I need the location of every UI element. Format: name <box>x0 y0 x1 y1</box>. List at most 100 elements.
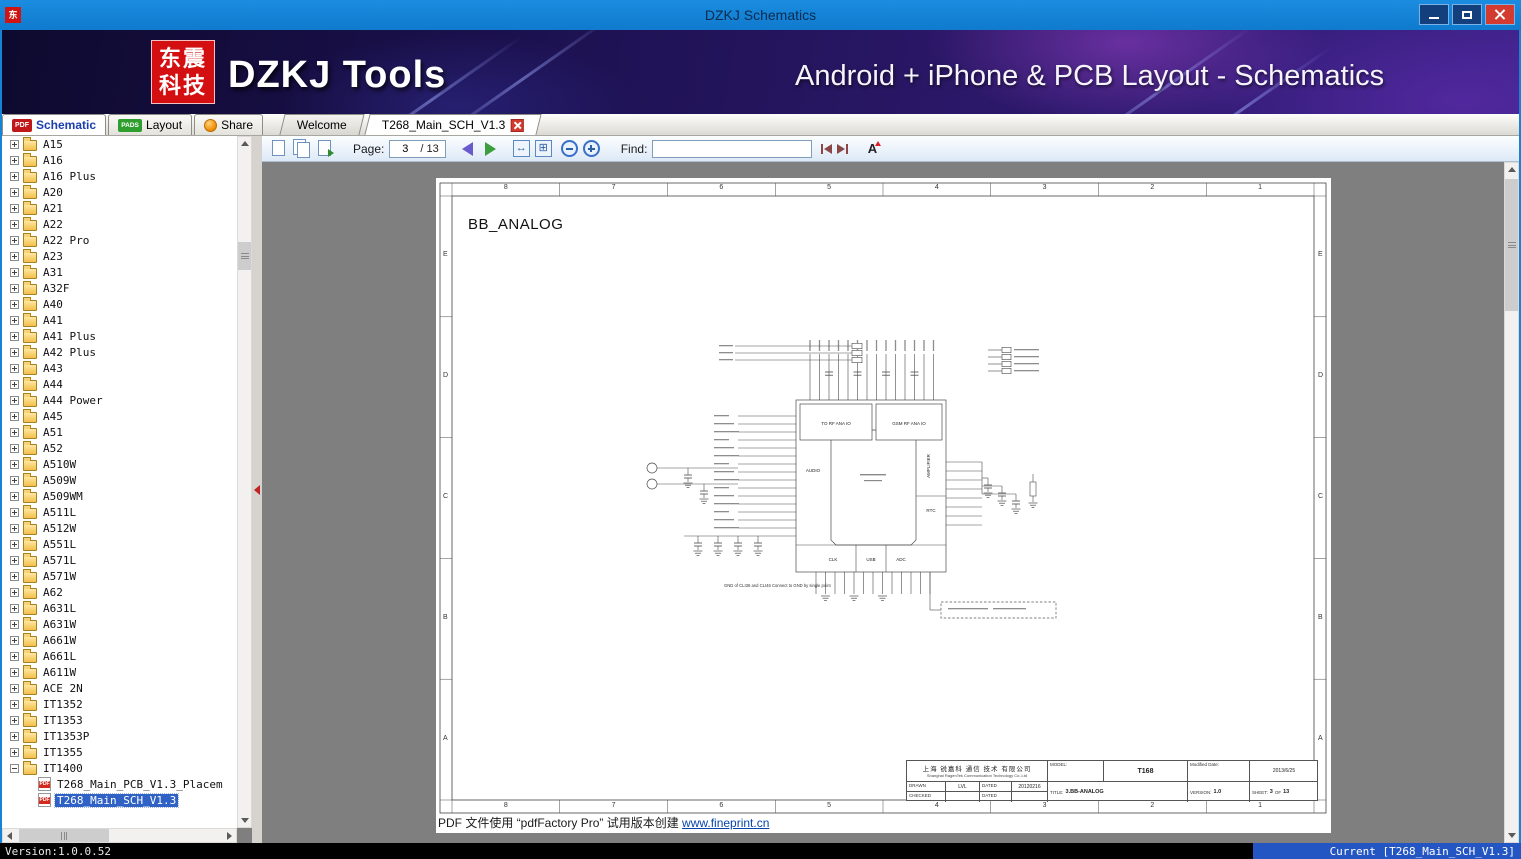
zoom-out-button[interactable] <box>560 140 578 157</box>
expand-icon[interactable] <box>10 459 19 469</box>
expand-icon[interactable] <box>10 411 19 421</box>
expand-icon[interactable] <box>10 427 19 437</box>
expand-icon[interactable] <box>10 219 19 229</box>
collapse-icon[interactable] <box>10 763 19 773</box>
tab-welcome[interactable]: Welcome <box>279 114 365 135</box>
tree-item-a22[interactable]: A22 <box>2 216 237 232</box>
tree-item-a42-plus[interactable]: A42 Plus <box>2 344 237 360</box>
expand-icon[interactable] <box>10 683 19 693</box>
expand-icon[interactable] <box>10 235 19 245</box>
tree-item-a45[interactable]: A45 <box>2 408 237 424</box>
tree-item-a511l[interactable]: A511L <box>2 504 237 520</box>
tree-item-a44[interactable]: A44 <box>2 376 237 392</box>
tree-item-a62[interactable]: A62 <box>2 584 237 600</box>
expand-icon[interactable] <box>10 187 19 197</box>
tree-item-a661w[interactable]: A661W <box>2 632 237 648</box>
scroll-down-button[interactable] <box>1505 829 1518 842</box>
tree-item-a44-power[interactable]: A44 Power <box>2 392 237 408</box>
tree-item-a21[interactable]: A21 <box>2 200 237 216</box>
close-button[interactable] <box>1485 4 1515 25</box>
tree-item-t268-main-sch-v1-3[interactable]: PDF T268_Main_SCH_V1.3 <box>2 792 237 808</box>
tree-item-a51[interactable]: A51 <box>2 424 237 440</box>
expand-icon[interactable] <box>10 651 19 661</box>
text-size-button[interactable]: A <box>863 140 882 158</box>
expand-icon[interactable] <box>10 379 19 389</box>
expand-icon[interactable] <box>10 523 19 533</box>
expand-icon[interactable] <box>10 603 19 613</box>
tab-document[interactable]: T268_Main_SCH_V1.3 <box>364 114 542 135</box>
expand-icon[interactable] <box>10 171 19 181</box>
sidebar-vertical-scrollbar[interactable] <box>237 136 252 828</box>
expand-icon[interactable] <box>10 315 19 325</box>
fit-page-button[interactable]: ⊞ <box>534 140 552 157</box>
expand-icon[interactable] <box>10 155 19 165</box>
expand-icon[interactable] <box>10 491 19 501</box>
tab-layout[interactable]: PADS Layout <box>108 114 193 135</box>
tree-item-it1400[interactable]: IT1400 <box>2 760 237 776</box>
tree-item-it1355[interactable]: IT1355 <box>2 744 237 760</box>
document-viewport[interactable]: BB_ANALOG TO RF ANA IO GSM RF ANA IO AUD… <box>262 162 1504 843</box>
tree-item-a571w[interactable]: A571W <box>2 568 237 584</box>
expand-icon[interactable] <box>10 299 19 309</box>
expand-icon[interactable] <box>10 747 19 757</box>
sidebar-horizontal-scrollbar[interactable] <box>2 828 237 843</box>
scroll-up-button[interactable] <box>1505 163 1518 176</box>
tree-item-a509wm[interactable]: A509WM <box>2 488 237 504</box>
scroll-right-button[interactable] <box>223 829 236 842</box>
find-input[interactable] <box>652 139 813 158</box>
expand-icon[interactable] <box>10 715 19 725</box>
tree-item-it1353[interactable]: IT1353 <box>2 712 237 728</box>
expand-icon[interactable] <box>10 251 19 261</box>
find-prev-button[interactable] <box>821 143 833 154</box>
tree-item-a551l[interactable]: A551L <box>2 536 237 552</box>
tab-schematic[interactable]: PDF Schematic <box>2 114 107 135</box>
tree-item-a509w[interactable]: A509W <box>2 472 237 488</box>
single-page-view-icon[interactable] <box>270 139 288 158</box>
expand-icon[interactable] <box>10 475 19 485</box>
tree-item-a52[interactable]: A52 <box>2 440 237 456</box>
expand-icon[interactable] <box>10 347 19 357</box>
minimize-button[interactable] <box>1419 4 1449 25</box>
tree-item-a43[interactable]: A43 <box>2 360 237 376</box>
tree-item-it1352[interactable]: IT1352 <box>2 696 237 712</box>
expand-icon[interactable] <box>10 555 19 565</box>
tree-item-it1353p[interactable]: IT1353P <box>2 728 237 744</box>
tree-item-a40[interactable]: A40 <box>2 296 237 312</box>
tab-share[interactable]: Share <box>194 114 264 135</box>
scrollbar-thumb[interactable] <box>238 242 251 270</box>
scroll-left-button[interactable] <box>3 829 16 842</box>
tree-item-a23[interactable]: A23 <box>2 248 237 264</box>
page-input[interactable] <box>390 140 421 157</box>
expand-icon[interactable] <box>10 731 19 741</box>
expand-icon[interactable] <box>10 363 19 373</box>
maximize-button[interactable] <box>1452 4 1482 25</box>
tree-item-a16-plus[interactable]: A16 Plus <box>2 168 237 184</box>
tree-item-ace-2n[interactable]: ACE 2N <box>2 680 237 696</box>
tree-item-a631w[interactable]: A631W <box>2 616 237 632</box>
tree-item-a510w[interactable]: A510W <box>2 456 237 472</box>
expand-icon[interactable] <box>10 139 19 149</box>
tree-item-a20[interactable]: A20 <box>2 184 237 200</box>
fit-width-button[interactable]: ↔ <box>512 140 530 157</box>
expand-icon[interactable] <box>10 699 19 709</box>
expand-icon[interactable] <box>10 331 19 341</box>
tree-item-a611w[interactable]: A611W <box>2 664 237 680</box>
fineprint-link[interactable]: www.fineprint.cn <box>682 816 769 830</box>
expand-icon[interactable] <box>10 587 19 597</box>
tree-item-t268-main-pcb-v1-3-placem[interactable]: PDF T268_Main_PCB_V1.3_Placem <box>2 776 237 792</box>
expand-icon[interactable] <box>10 619 19 629</box>
expand-icon[interactable] <box>10 635 19 645</box>
close-tab-button[interactable] <box>511 118 525 132</box>
expand-icon[interactable] <box>10 203 19 213</box>
tree-item-a631l[interactable]: A631L <box>2 600 237 616</box>
zoom-in-button[interactable] <box>582 140 600 157</box>
expand-icon[interactable] <box>10 395 19 405</box>
tree-item-a16[interactable]: A16 <box>2 152 237 168</box>
expand-icon[interactable] <box>10 539 19 549</box>
sidebar-splitter[interactable] <box>252 136 262 843</box>
tree-item-a31[interactable]: A31 <box>2 264 237 280</box>
expand-icon[interactable] <box>10 267 19 277</box>
scrollbar-thumb[interactable] <box>19 829 109 842</box>
tree-item-a15[interactable]: A15 <box>2 136 237 152</box>
app-icon[interactable]: 东 <box>5 7 21 23</box>
